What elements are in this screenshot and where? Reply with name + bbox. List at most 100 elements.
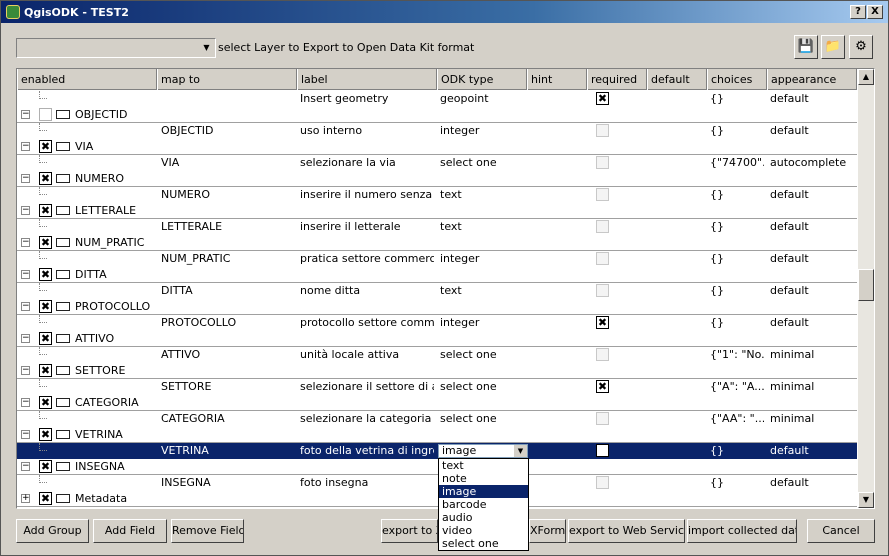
- column-header-default[interactable]: default: [647, 69, 707, 90]
- field-row[interactable]: OBJECTID uso interno integer {} default: [17, 123, 857, 139]
- column-header-label[interactable]: label: [297, 69, 437, 90]
- enabled-checkbox[interactable]: ✖: [39, 364, 52, 377]
- xform-button-label[interactable]: XForm: [529, 519, 566, 543]
- group-row[interactable]: − ✖ CATEGORIA: [17, 395, 857, 411]
- required-checkbox[interactable]: [596, 188, 609, 201]
- add-field-button[interactable]: Add Field: [93, 519, 167, 543]
- group-row[interactable]: − ✖ NUMERO: [17, 171, 857, 187]
- save-button[interactable]: 💾: [794, 35, 818, 59]
- group-row[interactable]: − ✖ PROTOCOLLO: [17, 299, 857, 315]
- required-checkbox[interactable]: [596, 220, 609, 233]
- enabled-checkbox[interactable]: ✖: [39, 492, 52, 505]
- required-checkbox[interactable]: ✖: [596, 444, 609, 457]
- collapse-icon[interactable]: −: [21, 398, 30, 407]
- required-checkbox[interactable]: [596, 124, 609, 137]
- column-header-map-to[interactable]: map to: [157, 69, 297, 90]
- collapse-icon[interactable]: −: [21, 206, 30, 215]
- add-group-button[interactable]: Add Group: [16, 519, 89, 543]
- odk-type-option[interactable]: select one: [439, 537, 528, 550]
- column-header-ODK-type[interactable]: ODK type: [437, 69, 527, 90]
- group-row[interactable]: − ✖ DITTA: [17, 267, 857, 283]
- odk-type-option[interactable]: note: [439, 472, 528, 485]
- enabled-checkbox[interactable]: ✖: [39, 140, 52, 153]
- group-row[interactable]: − ✖ NUM_PRATIC: [17, 235, 857, 251]
- enabled-checkbox[interactable]: ✖: [39, 204, 52, 217]
- layer-select[interactable]: ▼: [16, 38, 216, 58]
- field-row[interactable]: DITTA nome ditta text {} default: [17, 283, 857, 299]
- scroll-down-button[interactable]: ▼: [858, 492, 874, 508]
- collapse-icon[interactable]: −: [21, 174, 30, 183]
- export-to-xform-button[interactable]: export to X: [381, 519, 438, 543]
- import-collected-data-button[interactable]: import collected data: [687, 519, 797, 543]
- field-row[interactable]: VETRINA foto della vetrina di ingre... ima…: [17, 443, 857, 459]
- column-header-enabled[interactable]: enabled: [17, 69, 157, 90]
- field-tree[interactable]: enabled map to label ODK type hint required de…: [16, 68, 875, 509]
- required-checkbox[interactable]: [596, 348, 609, 361]
- collapse-icon[interactable]: −: [21, 110, 30, 119]
- field-row[interactable]: VIA selezionare la via select one {"74700".…: [17, 155, 857, 171]
- field-row[interactable]: PROTOCOLLO protocollo settore comme... int…: [17, 315, 857, 331]
- enabled-checkbox[interactable]: ✖: [39, 396, 52, 409]
- field-row[interactable]: ATTIVO unità locale attiva select one {"1":…: [17, 347, 857, 363]
- expand-icon[interactable]: +: [21, 494, 30, 503]
- scroll-up-button[interactable]: ▲: [858, 69, 874, 85]
- enabled-checkbox[interactable]: ✖: [39, 172, 52, 185]
- odk-type-option[interactable]: image: [439, 485, 528, 498]
- field-row[interactable]: NUMERO inserire il numero senza le... text…: [17, 187, 857, 203]
- odk-type-option[interactable]: text: [439, 459, 528, 472]
- collapse-icon[interactable]: −: [21, 238, 30, 247]
- column-header-required[interactable]: required: [587, 69, 647, 90]
- group-row[interactable]: − ✖ LETTERALE: [17, 203, 857, 219]
- odk-type-combo[interactable]: image ▼: [438, 444, 528, 458]
- cancel-button[interactable]: Cancel: [807, 519, 875, 543]
- close-button[interactable]: X: [867, 5, 883, 19]
- required-checkbox[interactable]: [596, 476, 609, 489]
- odk-type-option[interactable]: video: [439, 524, 528, 537]
- collapse-icon[interactable]: −: [21, 142, 30, 151]
- enabled-checkbox[interactable]: [39, 108, 52, 121]
- field-row[interactable]: LETTERALE inserire il letterale text {} defa…: [17, 219, 857, 235]
- scrollbar-thumb[interactable]: [858, 269, 874, 301]
- enabled-checkbox[interactable]: ✖: [39, 300, 52, 313]
- collapse-icon[interactable]: −: [21, 366, 30, 375]
- required-checkbox[interactable]: [596, 412, 609, 425]
- required-checkbox[interactable]: [596, 284, 609, 297]
- column-header-appearance[interactable]: appearance: [767, 69, 857, 90]
- collapse-icon[interactable]: −: [21, 270, 30, 279]
- enabled-checkbox[interactable]: ✖: [39, 236, 52, 249]
- collapse-icon[interactable]: −: [21, 302, 30, 311]
- field-row[interactable]: SETTORE selezionare il settore di at... se…: [17, 379, 857, 395]
- required-checkbox[interactable]: ✖: [596, 92, 609, 105]
- remove-field-button[interactable]: Remove Field: [171, 519, 244, 543]
- group-row[interactable]: − ✖ INSEGNA: [17, 459, 857, 475]
- field-row[interactable]: Insert geometry geopoint ✖ {} default: [17, 91, 857, 107]
- odk-type-option[interactable]: audio: [439, 511, 528, 524]
- enabled-checkbox[interactable]: ✖: [39, 428, 52, 441]
- column-header-choices[interactable]: choices: [707, 69, 767, 90]
- column-header-hint[interactable]: hint: [527, 69, 587, 90]
- group-row[interactable]: − ✖ VETRINA: [17, 427, 857, 443]
- required-checkbox[interactable]: ✖: [596, 380, 609, 393]
- chevron-down-icon[interactable]: ▼: [199, 40, 214, 56]
- group-row[interactable]: − ✖ SETTORE: [17, 363, 857, 379]
- help-button[interactable]: ?: [850, 5, 866, 19]
- field-row[interactable]: INSEGNA foto insegna {} default: [17, 475, 857, 491]
- group-row[interactable]: + ✖ Metadata: [17, 491, 857, 507]
- group-row[interactable]: − ✖ ATTIVO: [17, 331, 857, 347]
- chevron-down-icon[interactable]: ▼: [514, 445, 527, 457]
- enabled-checkbox[interactable]: ✖: [39, 460, 52, 473]
- enabled-checkbox[interactable]: ✖: [39, 332, 52, 345]
- settings-button[interactable]: ⚙: [849, 35, 873, 59]
- open-button[interactable]: 📁: [821, 35, 845, 59]
- group-row[interactable]: − OBJECTID: [17, 107, 857, 123]
- field-row[interactable]: NUM_PRATIC pratica settore commercio integ…: [17, 251, 857, 267]
- collapse-icon[interactable]: −: [21, 430, 30, 439]
- collapse-icon[interactable]: −: [21, 462, 30, 471]
- required-checkbox[interactable]: [596, 252, 609, 265]
- required-checkbox[interactable]: ✖: [596, 316, 609, 329]
- collapse-icon[interactable]: −: [21, 334, 30, 343]
- odk-type-dropdown-list[interactable]: text note image barcode audio video select one: [438, 458, 529, 551]
- field-row[interactable]: CATEGORIA selezionare la categoria m... se…: [17, 411, 857, 427]
- enabled-checkbox[interactable]: ✖: [39, 268, 52, 281]
- required-checkbox[interactable]: [596, 156, 609, 169]
